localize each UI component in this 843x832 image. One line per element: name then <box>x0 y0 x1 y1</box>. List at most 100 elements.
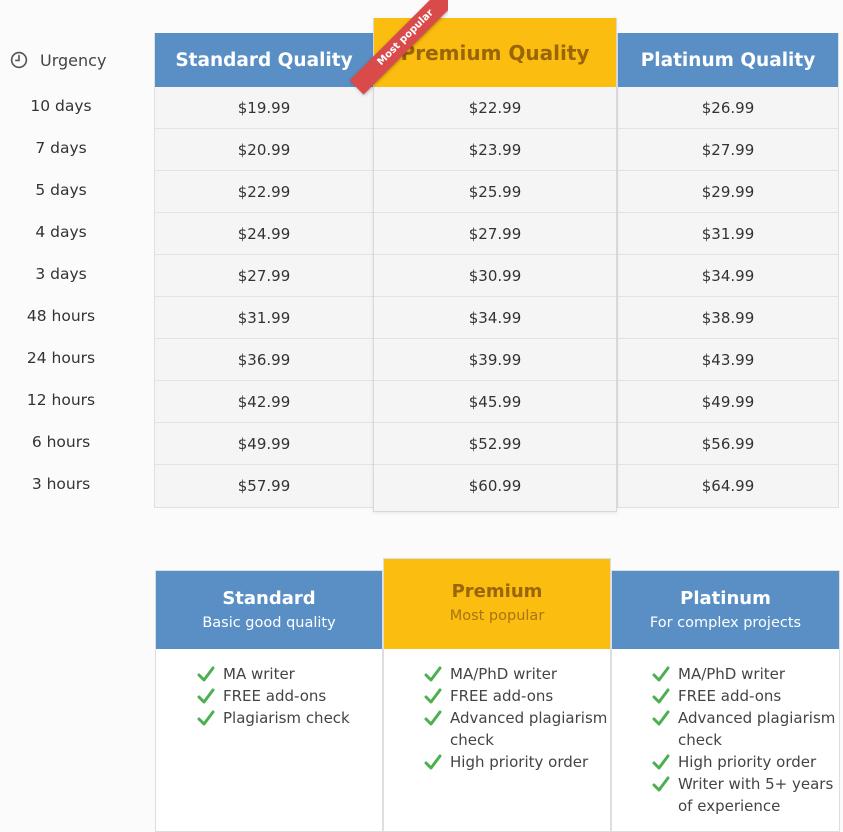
price-cell: $22.99 <box>155 171 373 213</box>
urgency-item: 10 days <box>30 97 92 115</box>
checkmark-icon <box>652 666 670 682</box>
checkmark-icon <box>197 688 215 704</box>
premium-quality-header: Premium Quality <box>374 18 616 87</box>
price-cell: $36.99 <box>155 339 373 381</box>
checkmark-icon <box>197 666 215 682</box>
clock-icon <box>10 51 28 69</box>
plan-subtitle: Basic good quality <box>202 615 336 631</box>
plan-subtitle: Most popular <box>449 608 545 624</box>
price-cell: $27.99 <box>618 129 838 171</box>
standard-plan-header: Standard Basic good quality <box>156 571 382 649</box>
price-cell: $19.99 <box>155 87 373 129</box>
feature-item: FREE add-ons <box>652 685 839 707</box>
checkmark-icon <box>424 754 442 770</box>
platinum-quality-header: Platinum Quality <box>618 33 838 87</box>
price-cell: $60.99 <box>468 477 522 495</box>
feature-item: High priority order <box>652 751 839 773</box>
feature-text: Writer with 5+ years of experience <box>678 775 834 815</box>
feature-item: High priority order <box>424 751 610 773</box>
urgency-label: Urgency <box>40 50 107 70</box>
urgency-item: 4 days <box>35 223 87 241</box>
urgency-item: 12 hours <box>26 391 96 409</box>
price-cell: $42.99 <box>155 381 373 423</box>
feature-item: Advanced plagiarism check <box>652 707 839 751</box>
plan-title: Premium <box>451 581 543 602</box>
price-cell: $64.99 <box>701 477 755 495</box>
checkmark-icon <box>652 776 670 792</box>
premium-plan-card: Premium Most popular MA/PhD writer FREE a… <box>383 558 611 832</box>
feature-item: MA/PhD writer <box>652 663 839 685</box>
feature-list: MA/PhD writer FREE add-ons Advanced plagia… <box>612 649 839 817</box>
price-cell: $25.99 <box>374 171 616 213</box>
price-cell: $31.99 <box>155 297 373 339</box>
price-cell: $34.99 <box>618 255 838 297</box>
urgency-item: 48 hours <box>26 307 96 325</box>
feature-text: MA/PhD writer <box>678 665 786 683</box>
checkmark-icon <box>652 754 670 770</box>
plan-title: Standard <box>222 588 316 609</box>
urgency-list: 10 days 7 days 5 days 4 days 3 days 48 hours 2… <box>0 88 122 508</box>
feature-text: Plagiarism check <box>223 709 350 727</box>
feature-text: FREE add-ons <box>223 687 327 705</box>
feature-text: FREE add-ons <box>450 687 554 705</box>
price-cell: $22.99 <box>374 87 616 129</box>
urgency-header: Urgency <box>10 47 106 73</box>
feature-text: High priority order <box>678 753 817 771</box>
checkmark-icon <box>424 688 442 704</box>
price-cell: $29.99 <box>618 171 838 213</box>
feature-item: Writer with 5+ years of experience <box>652 773 839 817</box>
price-cell: $39.99 <box>374 339 616 381</box>
platinum-quality-column: Platinum Quality $26.99 $27.99 $29.99 $31.9… <box>617 33 839 508</box>
price-cell: $24.99 <box>155 213 373 255</box>
urgency-item: 3 days <box>35 265 87 283</box>
price-cell: $52.99 <box>374 423 616 465</box>
price-cell: $30.99 <box>374 255 616 297</box>
feature-text: High priority order <box>450 753 589 771</box>
price-cell: $49.99 <box>618 381 838 423</box>
price-cell: $56.99 <box>618 423 838 465</box>
standard-plan-card: Standard Basic good quality MA writer FRE… <box>155 570 383 832</box>
urgency-item: 7 days <box>35 139 87 157</box>
price-cell: $27.99 <box>374 213 616 255</box>
price-cell: $45.99 <box>374 381 616 423</box>
urgency-item: 6 hours <box>31 433 91 451</box>
feature-item: Plagiarism check <box>197 707 382 729</box>
price-cell: $31.99 <box>618 213 838 255</box>
price-cell: $49.99 <box>155 423 373 465</box>
feature-list: MA/PhD writer FREE add-ons Advanced plagia… <box>384 649 610 773</box>
feature-item: Advanced plagiarism check <box>424 707 610 751</box>
feature-text: MA/PhD writer <box>450 665 558 683</box>
feature-text: Advanced plagiarism check <box>678 709 836 749</box>
urgency-item: 3 hours <box>31 475 91 493</box>
checkmark-icon <box>652 710 670 726</box>
standard-quality-header: Standard Quality <box>155 33 373 87</box>
feature-text: Advanced plagiarism check <box>450 709 608 749</box>
feature-text: FREE add-ons <box>678 687 782 705</box>
plan-subtitle: For complex projects <box>649 615 802 631</box>
feature-list: MA writer FREE add-ons Plagiarism check <box>156 649 382 729</box>
checkmark-icon <box>197 710 215 726</box>
feature-item: MA/PhD writer <box>424 663 610 685</box>
urgency-item: 24 hours <box>26 349 96 367</box>
feature-item: FREE add-ons <box>424 685 610 707</box>
price-cell: $57.99 <box>237 477 291 495</box>
checkmark-icon <box>424 666 442 682</box>
platinum-plan-card: Platinum For complex projects MA/PhD wri… <box>611 570 840 832</box>
premium-plan-header: Premium Most popular <box>384 559 610 649</box>
feature-item: FREE add-ons <box>197 685 382 707</box>
checkmark-icon <box>652 688 670 704</box>
price-cell: $43.99 <box>618 339 838 381</box>
checkmark-icon <box>424 710 442 726</box>
feature-item: MA writer <box>197 663 382 685</box>
price-cell: $34.99 <box>374 297 616 339</box>
price-cell: $20.99 <box>155 129 373 171</box>
price-cell: $23.99 <box>374 129 616 171</box>
price-cell: $27.99 <box>155 255 373 297</box>
plan-title: Platinum <box>680 588 771 609</box>
platinum-plan-header: Platinum For complex projects <box>612 571 839 649</box>
feature-text: MA writer <box>223 665 295 683</box>
price-cell: $38.99 <box>618 297 838 339</box>
premium-quality-column: Premium Quality $22.99 $23.99 $25.99 $27.99… <box>373 18 617 512</box>
urgency-item: 5 days <box>35 181 87 199</box>
price-cell: $26.99 <box>618 87 838 129</box>
